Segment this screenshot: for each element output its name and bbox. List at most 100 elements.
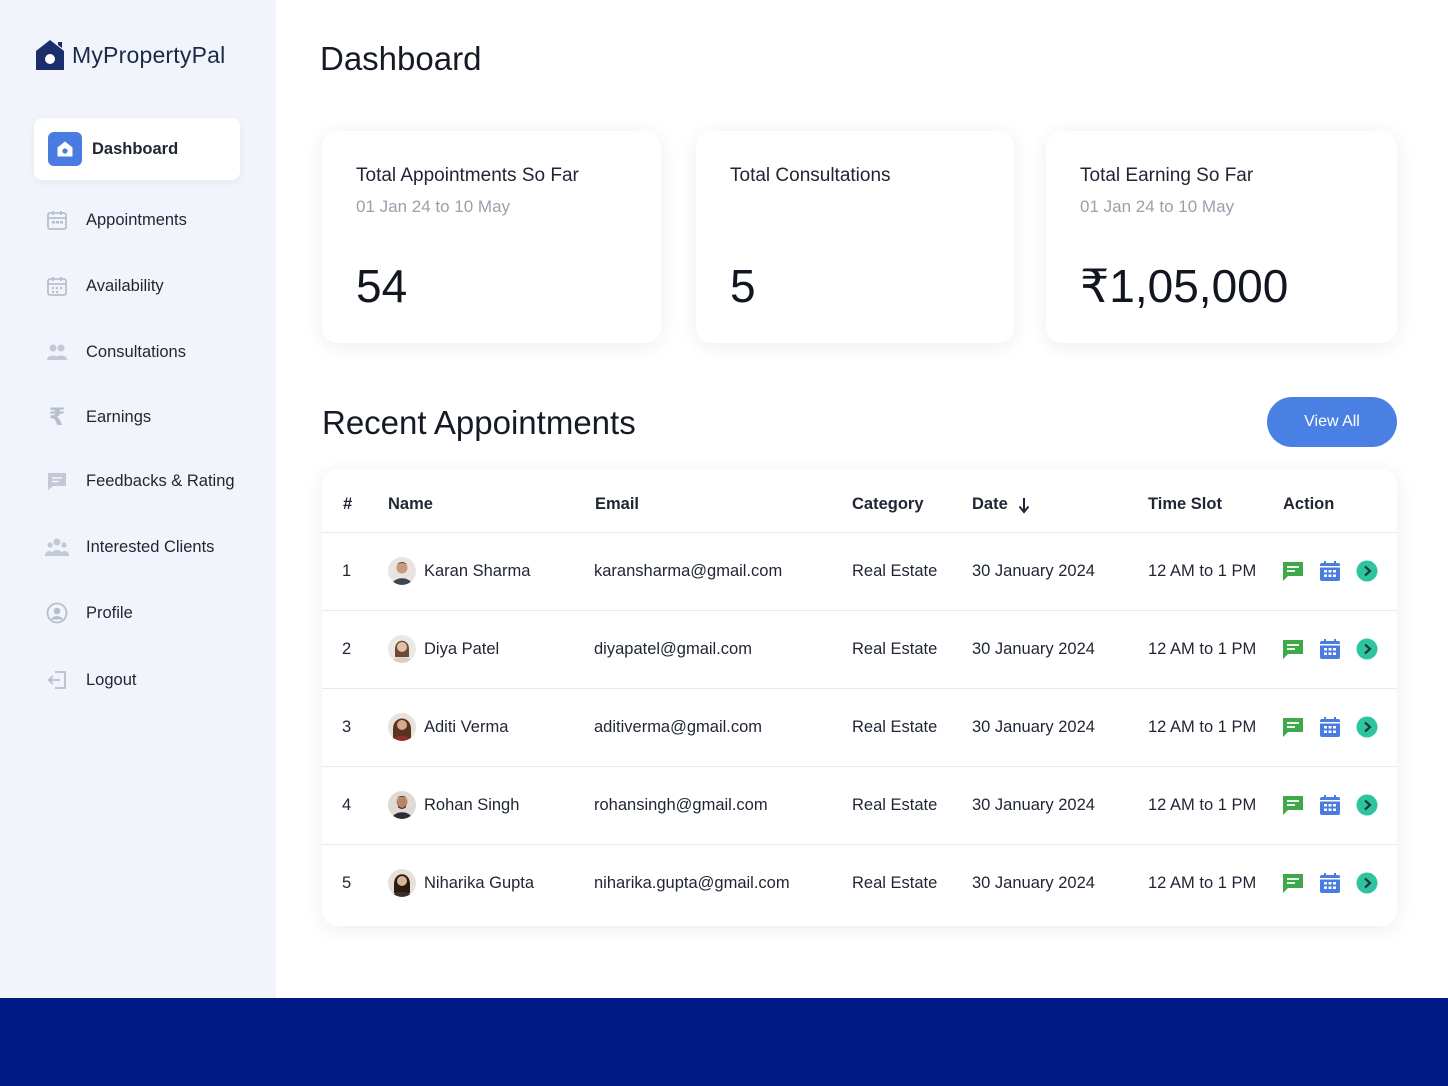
category: Real Estate [852, 640, 938, 658]
avatar [388, 791, 416, 819]
sidebar-item-earnings[interactable]: ₹ Earnings [34, 386, 240, 448]
sidebar-item-profile[interactable]: Profile [34, 582, 240, 644]
house-icon [36, 40, 64, 70]
stat-subtitle: 01 Jan 24 to 10 May [1080, 197, 1235, 216]
sidebar-item-label: Interested Clients [86, 537, 215, 556]
client-email[interactable]: aditiverma@gmail.com [594, 718, 762, 737]
chat-icon[interactable] [1282, 638, 1304, 660]
client-name: Niharika Gupta [424, 874, 535, 892]
calendar-icon [40, 203, 74, 237]
chat-icon[interactable] [1282, 794, 1304, 816]
time-slot: 12 AM to 1 PM [1148, 796, 1257, 814]
time-slot: 12 AM to 1 PM [1148, 718, 1257, 736]
date: 30 January 2024 [972, 874, 1095, 892]
sidebar-item-label: Appointments [86, 210, 187, 229]
calendar-icon[interactable] [1319, 872, 1341, 894]
calendar-icon[interactable] [1319, 794, 1341, 816]
stat-title: Total Appointments So Far [356, 165, 579, 186]
calendar-grid-icon [40, 269, 74, 303]
calendar-icon[interactable] [1319, 560, 1341, 582]
table-row[interactable]: 4 Rohan Singh rohansingh@gmail.com Real … [322, 767, 1397, 845]
column-header-name[interactable]: Name [388, 495, 433, 514]
arrow-right-circle-icon[interactable] [1356, 716, 1378, 738]
client-email[interactable]: rohansingh@gmail.com [594, 796, 768, 815]
sidebar-item-logout[interactable]: Logout [34, 649, 240, 711]
stat-card-appointments[interactable]: Total Appointments So Far 01 Jan 24 to 1… [322, 131, 661, 343]
brand-logo[interactable]: MyPropertyPal [34, 38, 225, 72]
message-icon [40, 464, 74, 498]
client-email[interactable]: diyapatel@gmail.com [594, 640, 752, 659]
appointments-table: # Name Email Category Date Time Slot Act… [322, 469, 1397, 926]
sidebar-item-label: Earnings [86, 407, 152, 426]
chat-icon[interactable] [1282, 716, 1304, 738]
avatar [388, 635, 416, 663]
calendar-icon[interactable] [1319, 716, 1341, 738]
sidebar-item-label: Profile [86, 603, 133, 622]
arrow-right-circle-icon[interactable] [1356, 794, 1378, 816]
sidebar-item-feedbacks[interactable]: Feedbacks & Rating [34, 450, 240, 512]
row-number: 2 [342, 640, 352, 658]
category: Real Estate [852, 796, 938, 814]
sidebar-item-label: Consultations [86, 342, 186, 361]
column-header-email[interactable]: Email [595, 495, 639, 514]
date: 30 January 2024 [972, 718, 1095, 736]
column-header-number: # [343, 495, 353, 513]
client-name: Karan Sharma [424, 562, 531, 580]
avatar [388, 557, 416, 585]
table-row[interactable]: 3 Aditi Verma aditiverma@gmail.com Real … [322, 689, 1397, 767]
stat-title: Total Earning So Far [1080, 165, 1254, 186]
arrow-right-circle-icon[interactable] [1356, 872, 1378, 894]
rupee-icon: ₹ [48, 403, 66, 431]
brand-name: MyPropertyPal [72, 41, 226, 68]
column-header-category[interactable]: Category [852, 495, 924, 514]
arrow-right-circle-icon[interactable] [1356, 638, 1378, 660]
date: 30 January 2024 [972, 640, 1095, 658]
table-row[interactable]: 5 Niharika Gupta niharika.gupta@gmail.co… [322, 845, 1397, 923]
sidebar-item-appointments[interactable]: Appointments [34, 189, 240, 251]
sidebar: MyPropertyPal Dashboard Appointments Ava… [0, 0, 276, 998]
column-header-time-slot[interactable]: Time Slot [1148, 495, 1222, 514]
arrow-down-icon[interactable] [1018, 496, 1030, 519]
sidebar-item-label: Dashboard [92, 139, 179, 158]
date: 30 January 2024 [972, 796, 1095, 814]
table-header: # Name Email Category Date Time Slot Act… [322, 469, 1397, 533]
table-row[interactable]: 1 Karan Sharma karansharma@gmail.com Rea… [322, 533, 1397, 611]
sidebar-item-availability[interactable]: Availability [34, 255, 240, 317]
page-title: Dashboard [320, 40, 482, 77]
client-name: Rohan Singh [424, 796, 520, 814]
row-number: 4 [342, 796, 352, 814]
client-email[interactable]: karansharma@gmail.com [594, 562, 782, 581]
stat-card-earnings[interactable]: Total Earning So Far 01 Jan 24 to 10 May… [1046, 131, 1397, 343]
client-email[interactable]: niharika.gupta@gmail.com [594, 874, 790, 893]
row-number: 1 [342, 562, 352, 580]
table-row[interactable]: 2 Diya Patel diyapatel@gmail.com Real Es… [322, 611, 1397, 689]
avatar [388, 869, 416, 897]
category: Real Estate [852, 718, 938, 736]
time-slot: 12 AM to 1 PM [1148, 562, 1257, 580]
client-name: Aditi Verma [424, 718, 509, 736]
column-header-action: Action [1283, 495, 1335, 513]
stat-value: ₹1,05,000 [1080, 260, 1289, 312]
client-name: Diya Patel [424, 640, 500, 658]
user-circle-icon [40, 596, 74, 630]
sidebar-item-dashboard[interactable]: Dashboard [34, 118, 240, 180]
view-all-button[interactable]: View All [1267, 397, 1397, 447]
chat-icon[interactable] [1282, 560, 1304, 582]
time-slot: 12 AM to 1 PM [1148, 874, 1257, 892]
stat-card-consultations[interactable]: Total Consultations 5 [696, 131, 1014, 343]
logout-icon [40, 663, 74, 697]
sidebar-item-label: Logout [86, 670, 137, 689]
group-icon [40, 530, 74, 564]
chat-icon[interactable] [1282, 872, 1304, 894]
sidebar-item-label: Feedbacks & Rating [86, 471, 235, 490]
stat-value: 5 [730, 260, 756, 312]
column-header-date[interactable]: Date [972, 495, 1008, 514]
section-title: Recent Appointments [322, 404, 636, 441]
time-slot: 12 AM to 1 PM [1148, 640, 1257, 658]
sidebar-item-interested-clients[interactable]: Interested Clients [34, 516, 240, 578]
home-icon [48, 132, 82, 166]
row-number: 3 [342, 718, 352, 736]
arrow-right-circle-icon[interactable] [1356, 560, 1378, 582]
calendar-icon[interactable] [1319, 638, 1341, 660]
sidebar-item-consultations[interactable]: Consultations [34, 321, 240, 383]
